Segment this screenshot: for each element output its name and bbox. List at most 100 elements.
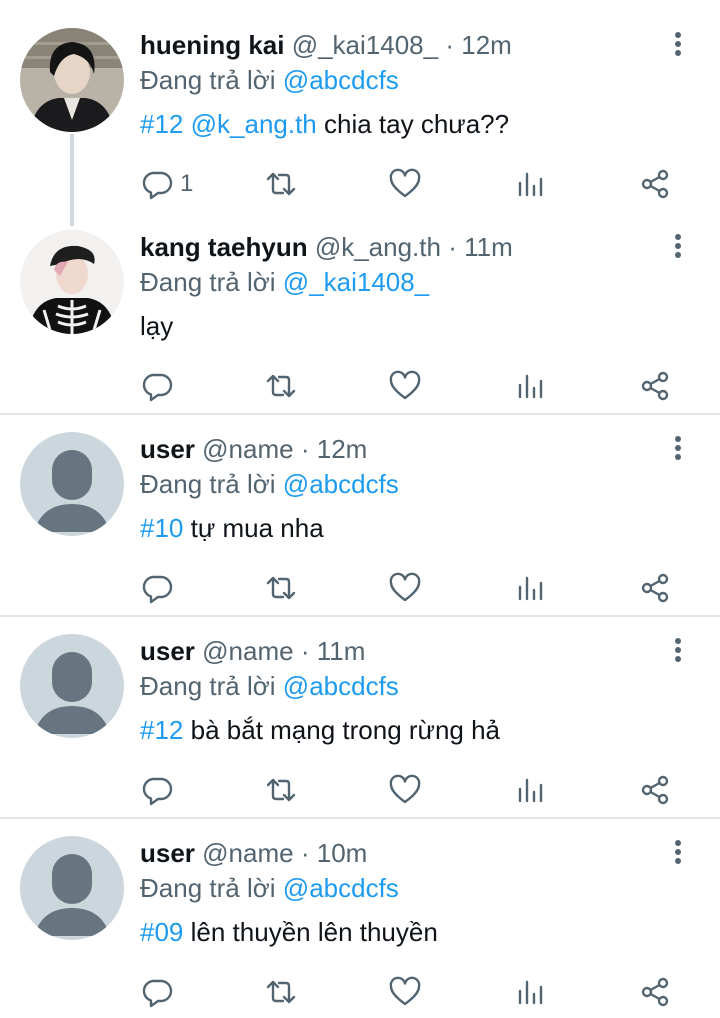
hashtag[interactable]: #12 [140, 109, 183, 139]
replying-to-handle[interactable]: @abcdcfs [283, 65, 399, 95]
tweet-text: #09 lên thuyền lên thuyền [140, 915, 438, 949]
replying-to-handle[interactable]: @abcdcfs [283, 873, 399, 903]
reply-button[interactable]: 1 [140, 164, 193, 204]
views-icon [518, 374, 543, 399]
avatar[interactable] [20, 230, 124, 334]
reply-button[interactable] [140, 568, 174, 608]
separator-dot: · [300, 636, 310, 666]
share-button[interactable] [638, 366, 672, 406]
replying-to: Đang trả lời @_kai1408_ [140, 265, 429, 299]
display-name[interactable]: kang taehyun [140, 232, 308, 262]
tweet[interactable]: user @name · 11m Đang trả lời @abcdcfs #… [0, 634, 720, 814]
tweet[interactable]: user @name · 10m Đang trả lời @abcdcfs #… [0, 836, 720, 1016]
divider [0, 413, 720, 415]
share-icon [641, 977, 669, 1007]
retweet-button[interactable] [264, 972, 298, 1012]
like-button[interactable] [388, 972, 422, 1012]
retweet-icon [266, 576, 296, 600]
retweet-icon [266, 778, 296, 802]
tweet-body: lạy [140, 311, 174, 341]
timestamp[interactable]: 11m [317, 636, 366, 666]
views-icon [518, 576, 543, 601]
display-name[interactable]: user [140, 434, 195, 464]
username[interactable]: @name [202, 434, 293, 464]
display-name[interactable]: huening kai [140, 30, 284, 60]
replying-to: Đang trả lời @abcdcfs [140, 669, 399, 703]
retweet-button[interactable] [264, 568, 298, 608]
timestamp[interactable]: 12m [317, 434, 368, 464]
hashtag[interactable]: #12 [140, 715, 183, 745]
replying-to-label: Đang trả lời [140, 671, 276, 701]
share-button[interactable] [638, 770, 672, 810]
replying-to-handle[interactable]: @abcdcfs [283, 469, 399, 499]
retweet-icon [266, 172, 296, 196]
reply-button[interactable] [140, 770, 174, 810]
tweet-text: #12 bà bắt mạng trong rừng hả [140, 713, 500, 747]
default-avatar-icon[interactable] [20, 836, 124, 940]
share-button[interactable] [638, 568, 672, 608]
timestamp[interactable]: 12m [461, 30, 512, 60]
separator-dot: · [445, 30, 454, 60]
tweet-text: #10 tự mua nha [140, 511, 324, 545]
tweet-text: lạy [140, 309, 173, 343]
tweet[interactable]: huening kai @_kai1408_ · 12m Đang trả lờ… [0, 28, 720, 208]
more-icon[interactable] [666, 232, 690, 262]
more-icon[interactable] [666, 434, 690, 464]
replying-to-handle[interactable]: @abcdcfs [283, 671, 399, 701]
replying-to-label: Đang trả lời [140, 469, 276, 499]
reply-icon [142, 373, 173, 402]
username[interactable]: @name [202, 636, 293, 666]
like-icon [389, 370, 421, 400]
replying-to: Đang trả lời @abcdcfs [140, 871, 399, 905]
default-avatar-icon[interactable] [20, 634, 124, 738]
timestamp[interactable]: 11m [464, 232, 513, 262]
views-button[interactable] [514, 568, 548, 608]
action-bar [0, 568, 720, 608]
reply-button[interactable] [140, 972, 174, 1012]
share-icon [641, 775, 669, 805]
display-name[interactable]: user [140, 838, 195, 868]
retweet-button[interactable] [264, 164, 298, 204]
like-button[interactable] [388, 770, 422, 810]
separator-dot: · [448, 232, 457, 262]
default-avatar-icon[interactable] [20, 432, 124, 536]
like-icon [389, 168, 421, 198]
hashtag[interactable]: #09 [140, 917, 183, 947]
display-name[interactable]: user [140, 636, 195, 666]
replying-to-handle[interactable]: @_kai1408_ [283, 267, 429, 297]
more-icon[interactable] [666, 636, 690, 666]
tweet[interactable]: kang taehyun @k_ang.th · 11m Đang trả lờ… [0, 230, 720, 410]
divider [0, 615, 720, 617]
like-button[interactable] [388, 366, 422, 406]
views-button[interactable] [514, 972, 548, 1012]
tweet-body: bà bắt mạng trong rừng hả [190, 715, 501, 745]
timestamp[interactable]: 10m [317, 838, 368, 868]
hashtag[interactable]: #10 [140, 513, 183, 543]
like-button[interactable] [388, 568, 422, 608]
views-icon [518, 980, 543, 1005]
views-icon [518, 778, 543, 803]
retweet-button[interactable] [264, 770, 298, 810]
reply-button[interactable] [140, 366, 174, 406]
share-button[interactable] [638, 164, 672, 204]
like-button[interactable] [388, 164, 422, 204]
action-bar [0, 770, 720, 810]
avatar[interactable] [20, 28, 124, 132]
mention-link[interactable]: @k_ang.th [191, 109, 317, 139]
tweet[interactable]: user @name · 12m Đang trả lời @abcdcfs #… [0, 432, 720, 612]
more-icon[interactable] [666, 838, 690, 868]
views-button[interactable] [514, 770, 548, 810]
username[interactable]: @k_ang.th [315, 232, 441, 262]
views-button[interactable] [514, 164, 548, 204]
username[interactable]: @_kai1408_ [292, 30, 438, 60]
tweet-header: user @name · 10m [140, 836, 367, 870]
reply-icon [142, 575, 173, 604]
share-button[interactable] [638, 972, 672, 1012]
username[interactable]: @name [202, 838, 293, 868]
replying-to: Đang trả lời @abcdcfs [140, 467, 399, 501]
share-icon [641, 573, 669, 603]
retweet-button[interactable] [264, 366, 298, 406]
tweet-body: lên thuyền lên thuyền [190, 917, 438, 947]
more-icon[interactable] [666, 30, 690, 60]
views-button[interactable] [514, 366, 548, 406]
